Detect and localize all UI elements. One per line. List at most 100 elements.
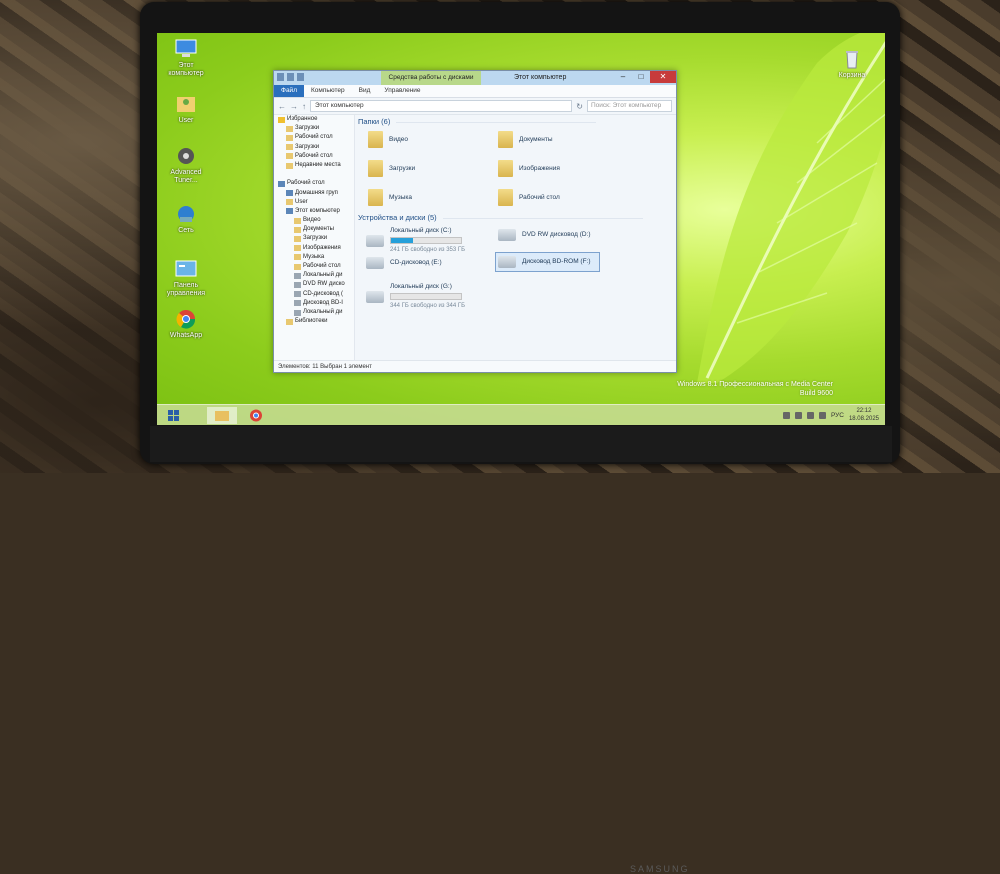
nav-item[interactable]: CD-дисковод ( bbox=[274, 290, 354, 299]
drive-item-c[interactable]: Локальный диск (C:) 241 ГБ свободно из 3… bbox=[366, 227, 465, 254]
nav-item[interactable]: Библиотеки bbox=[274, 317, 354, 326]
refresh-icon[interactable]: ↻ bbox=[576, 102, 583, 111]
navigation-pane[interactable]: Избранное Загрузки Рабочий стол Загрузки Раб… bbox=[274, 115, 355, 360]
nav-item[interactable]: Избранное bbox=[274, 115, 354, 124]
nav-item[interactable]: Рабочий стол bbox=[274, 152, 354, 161]
desktop-icon-recycle-bin[interactable]: Корзина bbox=[827, 48, 877, 80]
folder-label: Рабочий стол bbox=[519, 194, 560, 201]
search-input[interactable]: Поиск: Этот компьютер bbox=[587, 100, 672, 112]
nav-item[interactable]: Загрузки bbox=[274, 143, 354, 152]
desktop-icon-label: Панель управления bbox=[166, 282, 206, 297]
watermark-build: Build 9600 bbox=[799, 390, 833, 397]
ribbon-context-tab[interactable]: Средства работы с дисками bbox=[381, 71, 481, 85]
nav-item[interactable]: Дисковод BD-I bbox=[274, 299, 354, 308]
clock[interactable]: 22:12 18.08.2025 bbox=[849, 407, 879, 423]
drive-label: Локальный диск (C:) bbox=[390, 227, 452, 234]
address-row: ← → ↑ Этот компьютер ↻ Поиск: Этот компь… bbox=[274, 98, 676, 115]
maximize-icon[interactable]: □ bbox=[632, 71, 650, 83]
taskbar: РУС 22:12 18.08.2025 bbox=[157, 404, 885, 425]
chrome-icon bbox=[250, 409, 262, 422]
tray-arrow-icon[interactable] bbox=[782, 411, 790, 419]
tab-computer[interactable]: Компьютер bbox=[304, 85, 352, 97]
recycle-bin-icon bbox=[840, 48, 864, 70]
computer-icon bbox=[278, 180, 285, 187]
nav-item[interactable]: DVD RW диско bbox=[274, 280, 354, 289]
nav-item[interactable]: Этот компьютер bbox=[274, 207, 354, 216]
drive-free-space: 241 ГБ свободно из 353 ГБ bbox=[390, 247, 466, 253]
folder-icon bbox=[286, 153, 293, 160]
volume-icon[interactable] bbox=[818, 411, 826, 419]
drive-label: CD-дисковод (E:) bbox=[390, 259, 442, 266]
start-button[interactable] bbox=[165, 407, 183, 424]
drive-item-g[interactable]: Локальный диск (G:) 344 ГБ свободно из 3… bbox=[366, 283, 465, 310]
desktop-icon-whatsapp[interactable]: WhatsApp bbox=[161, 308, 211, 340]
folder-item[interactable]: Рабочий стол bbox=[498, 189, 560, 206]
nav-item-label: Домашняя груп bbox=[295, 189, 338, 196]
address-bar[interactable]: Этот компьютер bbox=[310, 100, 573, 112]
nav-item[interactable]: Локальный ди bbox=[274, 271, 354, 280]
language-indicator[interactable]: РУС bbox=[831, 412, 844, 419]
nav-item[interactable]: Загрузки bbox=[274, 124, 354, 133]
desktop-icon-network[interactable]: Сеть bbox=[161, 203, 211, 235]
bluetooth-icon[interactable] bbox=[794, 411, 802, 419]
up-icon[interactable]: ↑ bbox=[302, 102, 306, 111]
explorer-app-icon[interactable] bbox=[277, 73, 284, 81]
network-icon[interactable] bbox=[806, 411, 814, 419]
tab-manage[interactable]: Управление bbox=[377, 85, 427, 97]
folders-group-header[interactable]: Папки (6) bbox=[358, 117, 599, 126]
nav-item[interactable]: Изображения bbox=[274, 244, 354, 253]
close-icon[interactable]: ✕ bbox=[650, 71, 676, 83]
folder-item[interactable]: Музыка bbox=[368, 189, 412, 206]
nav-item[interactable]: Домашняя груп bbox=[274, 189, 354, 198]
folder-icon bbox=[286, 162, 293, 169]
nav-item[interactable]: Рабочий стол bbox=[274, 179, 354, 188]
drive-item-e[interactable]: CD-дисковод (E:) bbox=[366, 257, 442, 269]
nav-item[interactable]: Документы bbox=[274, 225, 354, 234]
desktop-icon-control-panel[interactable]: Панель управления bbox=[161, 258, 211, 298]
taskbar-explorer[interactable] bbox=[207, 407, 237, 424]
drive-item-f[interactable]: Дисковод BD-ROM (F:) bbox=[495, 252, 600, 272]
desktop-icon-computer[interactable]: Этот компьютер bbox=[161, 38, 211, 78]
nav-item[interactable]: Музыка bbox=[274, 253, 354, 262]
drive-item-d[interactable]: DVD RW дисковод (D:) bbox=[498, 229, 591, 241]
folder-label: Документы bbox=[519, 136, 553, 143]
folder-item[interactable]: Документы bbox=[498, 131, 553, 148]
video-folder-icon bbox=[368, 131, 383, 148]
dvd-drive-icon bbox=[498, 229, 516, 241]
window-titlebar[interactable]: Средства работы с дисками Этот компьютер… bbox=[274, 71, 676, 85]
hard-drive-icon bbox=[366, 290, 384, 303]
drive-icon bbox=[294, 281, 301, 288]
folder-icon bbox=[215, 411, 229, 421]
nav-item[interactable]: Недавние места bbox=[274, 161, 354, 170]
drives-group-header[interactable]: Устройства и диски (5) bbox=[358, 213, 642, 222]
folder-item[interactable]: Видео bbox=[368, 131, 408, 148]
properties-icon[interactable] bbox=[287, 73, 294, 81]
explorer-window[interactable]: Средства работы с дисками Этот компьютер… bbox=[273, 70, 677, 373]
nav-item-label: Загрузки bbox=[303, 235, 328, 242]
tab-view[interactable]: Вид bbox=[352, 85, 378, 97]
nav-item[interactable]: Загрузки bbox=[274, 234, 354, 243]
folder-item[interactable]: Загрузки bbox=[368, 160, 415, 177]
tab-file[interactable]: Файл bbox=[274, 85, 304, 97]
folder-icon bbox=[286, 134, 293, 141]
folder-item[interactable]: Изображения bbox=[498, 160, 560, 177]
forward-icon[interactable]: → bbox=[290, 102, 298, 111]
desktop-icon-tuner[interactable]: Advanced Tuner... bbox=[161, 145, 211, 185]
drive-icon bbox=[294, 272, 301, 279]
nav-item[interactable]: Локальный ди bbox=[274, 308, 354, 317]
nav-item-label: Локальный ди bbox=[303, 272, 343, 279]
new-folder-icon[interactable] bbox=[297, 73, 304, 81]
computer-icon bbox=[286, 190, 293, 197]
nav-item[interactable]: Видео bbox=[274, 216, 354, 225]
nav-item[interactable] bbox=[274, 170, 354, 179]
nav-item[interactable]: Рабочий стол bbox=[274, 262, 354, 271]
desktop-icon-user[interactable]: User bbox=[161, 93, 211, 125]
minimize-icon[interactable]: – bbox=[614, 71, 632, 83]
back-icon[interactable]: ← bbox=[278, 102, 286, 111]
music-folder-icon bbox=[368, 189, 383, 206]
computer-icon bbox=[286, 208, 293, 215]
nav-item[interactable]: Рабочий стол bbox=[274, 133, 354, 142]
taskbar-chrome[interactable] bbox=[245, 407, 267, 424]
bd-drive-icon bbox=[498, 256, 516, 268]
nav-item[interactable]: User bbox=[274, 198, 354, 207]
